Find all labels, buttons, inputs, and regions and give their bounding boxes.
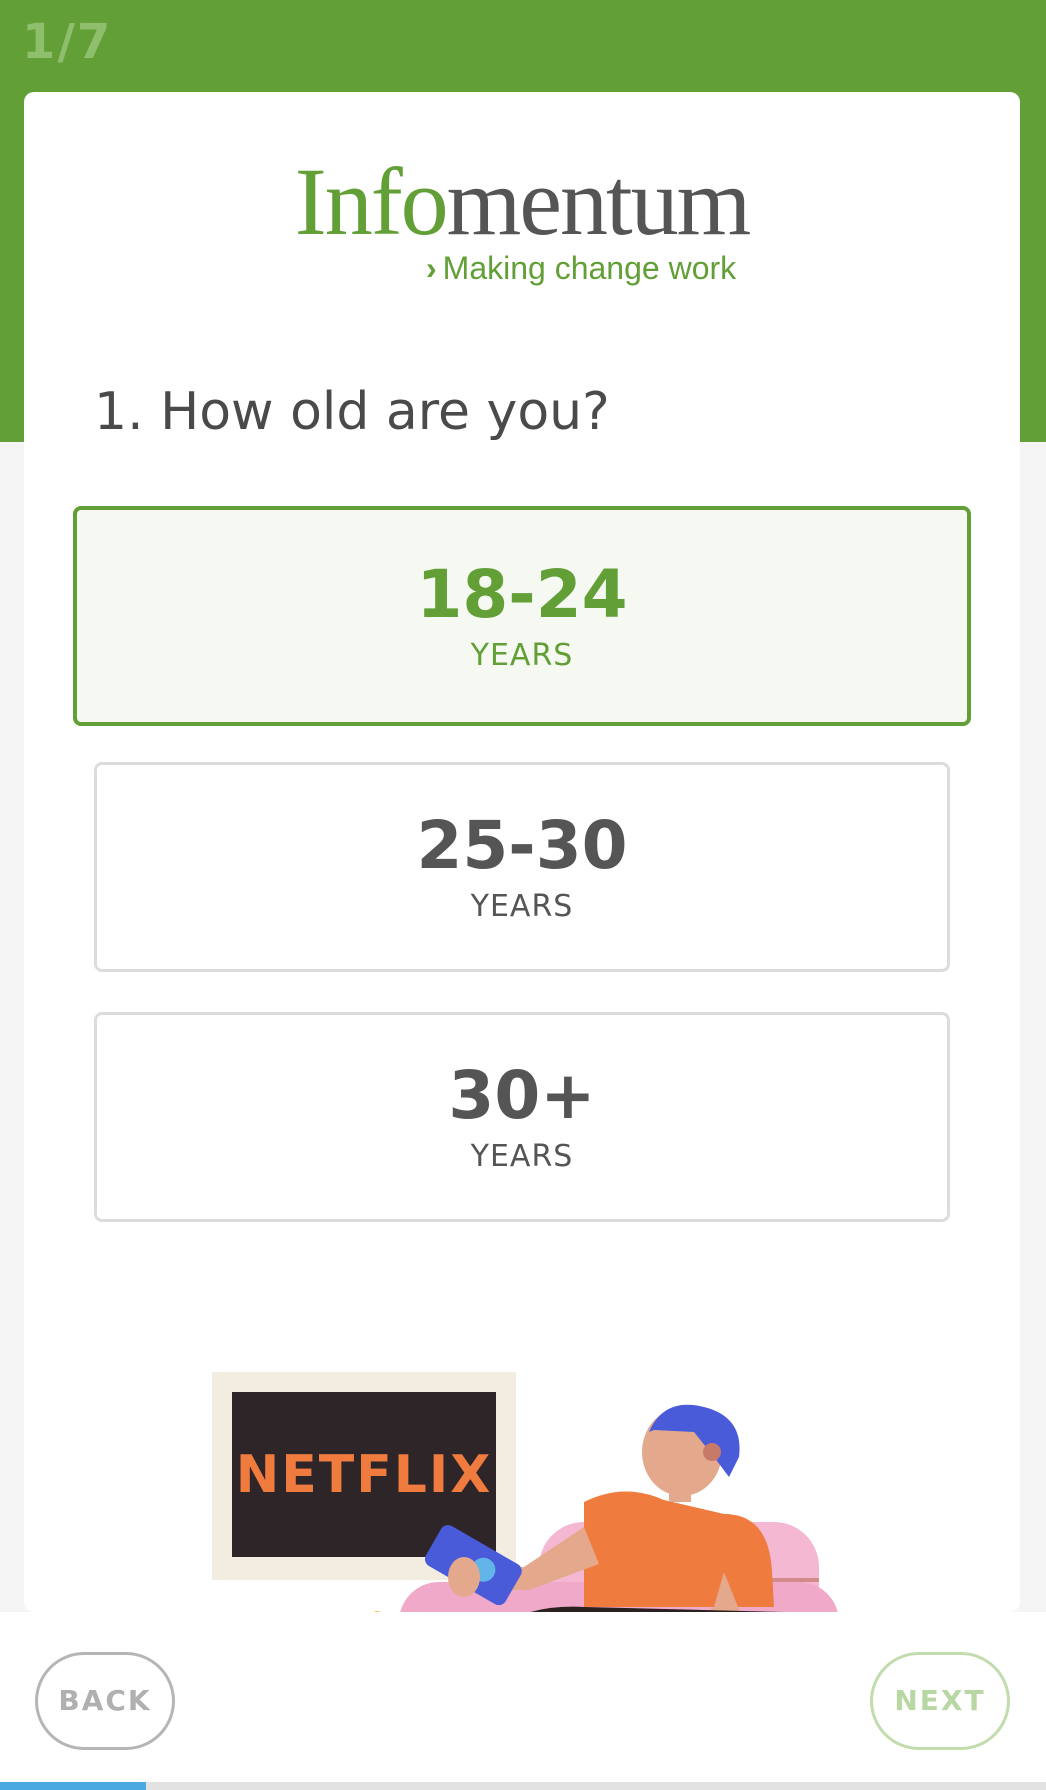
option-unit: YEARS xyxy=(470,889,574,924)
tv-logo-text: NETFLIX xyxy=(236,1445,493,1505)
option-18-24[interactable]: 18-24 YEARS xyxy=(73,506,971,726)
option-30-plus[interactable]: 30+ YEARS xyxy=(94,1012,950,1222)
option-range: 18-24 xyxy=(416,556,628,633)
tv-watching-illustration: NETFLIX xyxy=(212,1372,838,1612)
option-range: 30+ xyxy=(448,1057,596,1134)
person-shirt xyxy=(584,1491,774,1607)
back-button[interactable]: BACK xyxy=(35,1652,175,1750)
brand-tagline: › Making change work xyxy=(426,250,736,287)
progress-bar xyxy=(0,1782,1046,1790)
option-unit: YEARS xyxy=(470,638,574,673)
tagline-text: Making change work xyxy=(442,250,737,286)
next-button[interactable]: NEXT xyxy=(870,1652,1010,1750)
option-range: 25-30 xyxy=(416,807,628,884)
logo-part-info: Info xyxy=(294,148,449,255)
bottom-navigation: BACK NEXT xyxy=(0,1612,1046,1782)
option-25-30[interactable]: 25-30 YEARS xyxy=(94,762,950,972)
chevron-right-icon: › xyxy=(426,250,437,286)
logo-part-mentum: mentum xyxy=(446,148,752,255)
step-counter: 1/7 xyxy=(22,14,113,70)
question-card: Infomentum › Making change work 1. How ol… xyxy=(24,92,1020,1612)
progress-fill xyxy=(0,1782,147,1790)
option-unit: YEARS xyxy=(470,1139,574,1174)
question-title: 1. How old are you? xyxy=(94,382,610,442)
brand-logo: Infomentum xyxy=(24,154,1020,250)
